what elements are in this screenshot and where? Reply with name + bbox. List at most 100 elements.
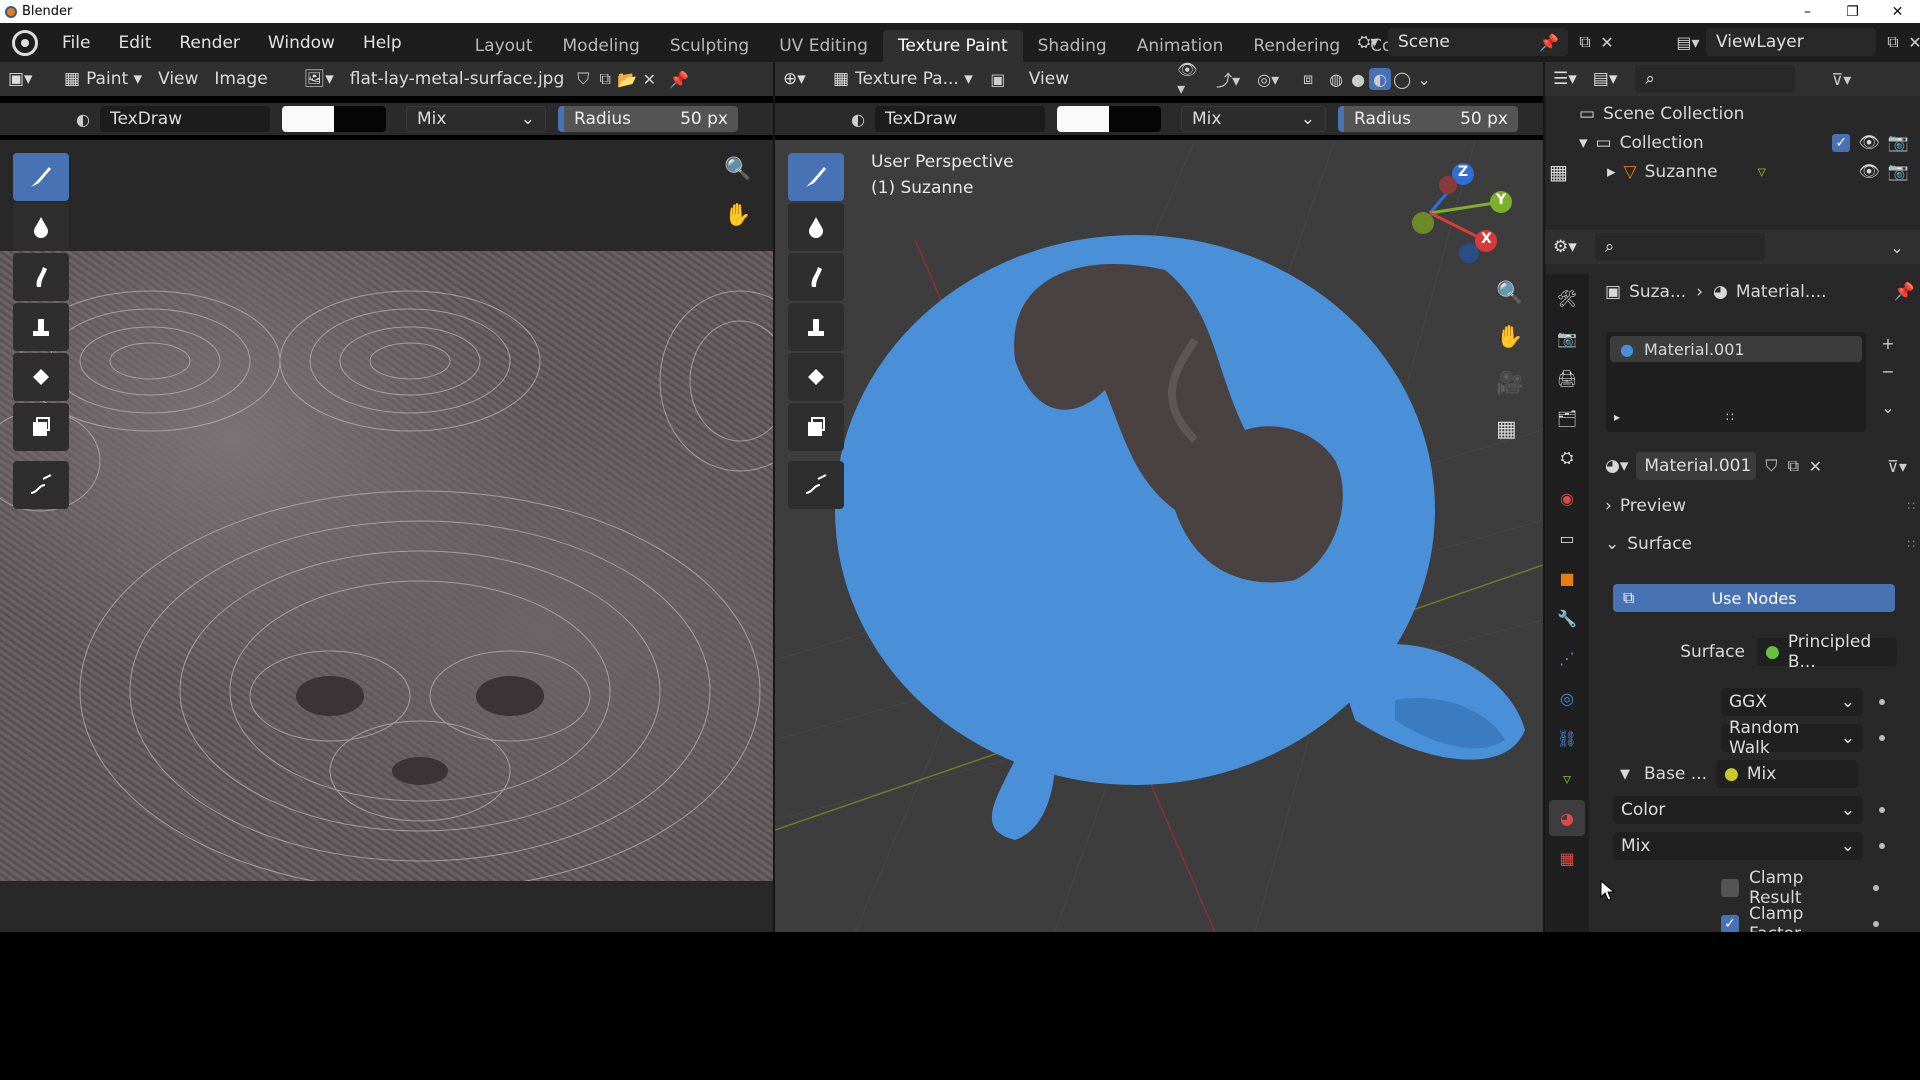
preview-drag-handle[interactable]: ∷	[1907, 499, 1915, 513]
texture-tab[interactable]: ▦	[1549, 840, 1585, 876]
pan-hand-icon[interactable]: ✋	[724, 203, 751, 228]
zoom-icon[interactable]: 🔍	[724, 157, 751, 182]
delete-viewlayer-icon[interactable]: ✕	[1904, 31, 1920, 53]
expand-arrow-icon[interactable]: ▸	[1607, 162, 1616, 182]
menu-image[interactable]: Image	[206, 69, 275, 89]
add-slot-button[interactable]: +	[1877, 332, 1899, 354]
outliner-editor-type-icon[interactable]: ☰▾	[1545, 69, 1585, 89]
rendered-shading-icon[interactable]: ◯	[1391, 68, 1413, 90]
use-nodes-button[interactable]: ⧉ Use Nodes	[1613, 584, 1895, 612]
list-expand-icon[interactable]: ▸	[1614, 410, 1620, 424]
eye-icon[interactable]: 👁	[1858, 133, 1880, 153]
paint-mode-dropdown[interactable]: ▦ Paint ▾	[56, 69, 150, 89]
modifier-tab[interactable]: 🔧	[1549, 600, 1585, 636]
wireframe-shading-icon[interactable]: ◍	[1325, 68, 1347, 90]
mask-toggle-icon[interactable]: ▣	[987, 68, 1009, 90]
menu-edit[interactable]: Edit	[104, 23, 165, 62]
color-mode-dropdown[interactable]: Color ⌄	[1613, 796, 1863, 824]
eye-icon-2[interactable]: 👁	[1858, 162, 1880, 182]
surface-panel-header[interactable]: ⌄ Surface ∷	[1605, 534, 1915, 554]
unlink-image-icon[interactable]: ✕	[638, 68, 660, 90]
vp-pan-hand-icon[interactable]: ✋	[1496, 325, 1523, 350]
new-viewlayer-icon[interactable]: ⧉	[1882, 31, 1904, 53]
preview-panel-header[interactable]: › Preview ∷	[1605, 496, 1915, 516]
material-slot-item[interactable]: ● Material.001	[1610, 336, 1862, 362]
menu-render[interactable]: Render	[165, 23, 254, 62]
pin-image-icon[interactable]: 📌	[668, 68, 690, 90]
vp-fill-tool-button[interactable]	[788, 353, 844, 401]
menu-help[interactable]: Help	[349, 23, 416, 62]
pin-properties-icon[interactable]: 📌	[1894, 282, 1915, 302]
vp-clone-tool-button[interactable]	[788, 303, 844, 351]
fake-user-icon[interactable]: ⛉	[572, 68, 594, 90]
vp-mask-tool-button[interactable]	[788, 403, 844, 451]
clamp-factor-checkbox[interactable]: ✓	[1721, 915, 1739, 933]
viewport-radius-slider[interactable]: Radius 50 px	[1338, 106, 1518, 132]
clamp-factor-keyframe-dot[interactable]	[1873, 921, 1879, 927]
material-slots-list[interactable]: ● Material.001 ▸ ∷	[1606, 332, 1866, 432]
brush-selector[interactable]: TexDraw	[100, 106, 270, 132]
soften-tool-button[interactable]	[13, 203, 69, 251]
annotate-tool-button[interactable]	[13, 461, 69, 509]
filter-icon[interactable]: ⊽▾	[1821, 68, 1861, 90]
viewport-primary-color[interactable]	[1057, 106, 1109, 132]
vp-soften-tool-button[interactable]	[788, 203, 844, 251]
overlay-icon[interactable]: ◎▾	[1257, 68, 1279, 90]
tab-animation[interactable]: Animation	[1122, 30, 1239, 62]
vp-annotate-tool-button[interactable]	[788, 461, 844, 509]
menu-view-viewport[interactable]: View	[1021, 69, 1077, 89]
data-tab[interactable]: ▿	[1549, 760, 1585, 796]
mix-blend-dropdown[interactable]: Mix ⌄	[1613, 832, 1863, 860]
draw-tool-button[interactable]	[13, 153, 69, 201]
menu-file[interactable]: File	[48, 23, 104, 62]
ortho-grid-icon[interactable]: ▦	[1496, 417, 1517, 442]
menu-view-image[interactable]: View	[150, 69, 206, 89]
list-resize-handle[interactable]: ∷	[1726, 410, 1734, 424]
world-tab[interactable]: ◉	[1549, 480, 1585, 516]
distribution-dropdown[interactable]: GGX ⌄	[1721, 688, 1863, 716]
display-mode-icon[interactable]: ▤▾	[1585, 69, 1626, 89]
viewport-color-swatches[interactable]	[1057, 106, 1161, 132]
viewport-blend-dropdown[interactable]: Mix ⌄	[1181, 106, 1326, 132]
outliner-search[interactable]: ⌕	[1635, 65, 1796, 93]
tab-texture-paint[interactable]: Texture Paint	[882, 30, 1023, 62]
delete-scene-icon[interactable]: ✕	[1596, 31, 1618, 53]
material-shading-icon[interactable]: ◐	[1369, 68, 1392, 90]
camera-icon[interactable]: 🎥	[1496, 371, 1523, 396]
visibility-icon[interactable]: 👁▾	[1177, 60, 1199, 98]
image-name-field[interactable]: flat-lay-metal-surface.jpg	[342, 69, 572, 89]
blend-mode-dropdown[interactable]: Mix ⌄	[406, 106, 546, 132]
vp-smear-tool-button[interactable]	[788, 253, 844, 301]
color-swatches[interactable]	[282, 106, 386, 132]
minimize-button[interactable]: –	[1785, 4, 1830, 20]
viewport-editor-type-icon[interactable]: ⊕▾	[775, 69, 825, 89]
secondary-color-swatch[interactable]	[334, 106, 386, 132]
solid-shading-icon[interactable]: ●	[1347, 68, 1369, 90]
shading-options-icon[interactable]: ⌄	[1413, 68, 1435, 90]
viewlayer-field[interactable]: ViewLayer	[1706, 28, 1876, 56]
open-image-icon[interactable]: 📂	[616, 68, 638, 90]
mask-tool-button[interactable]	[13, 403, 69, 451]
tab-shading[interactable]: Shading	[1023, 30, 1122, 62]
particles-tab[interactable]: ⋰	[1549, 640, 1585, 676]
new-scene-icon[interactable]: ⧉	[1574, 31, 1596, 53]
tab-modeling[interactable]: Modeling	[548, 30, 655, 62]
surface-drag-handle[interactable]: ∷	[1907, 537, 1915, 551]
fill-tool-button[interactable]	[13, 353, 69, 401]
link-type-icon[interactable]: ⊽▾	[1877, 455, 1917, 477]
image-browse-icon[interactable]: 🖼▾	[296, 69, 342, 89]
radius-slider[interactable]: Radius 50 px	[558, 106, 738, 132]
fake-user-material-icon[interactable]: ⛉	[1760, 455, 1782, 477]
base-collapse-icon[interactable]: ▼	[1620, 767, 1630, 782]
clone-tool-button[interactable]	[13, 303, 69, 351]
editor-type-icon[interactable]: ▣▾	[0, 69, 56, 89]
collection-row[interactable]: ▾ ▭ Collection ✓ 👁 📷	[1579, 133, 1909, 153]
render-tab[interactable]: 📷	[1549, 320, 1585, 356]
base-color-field[interactable]: ● Mix	[1716, 760, 1858, 788]
collection-checkbox[interactable]: ✓	[1832, 134, 1851, 152]
3d-viewport[interactable]: User Perspective (1) Suzanne Z Y X 🔍 ✋ 🎥…	[775, 140, 1543, 932]
blender-menu-icon[interactable]	[12, 29, 38, 56]
properties-editor-type-icon[interactable]: ⚙▾	[1545, 237, 1585, 257]
properties-search[interactable]: ⌕	[1594, 233, 1765, 261]
tab-uv-editing[interactable]: UV Editing	[764, 30, 883, 62]
